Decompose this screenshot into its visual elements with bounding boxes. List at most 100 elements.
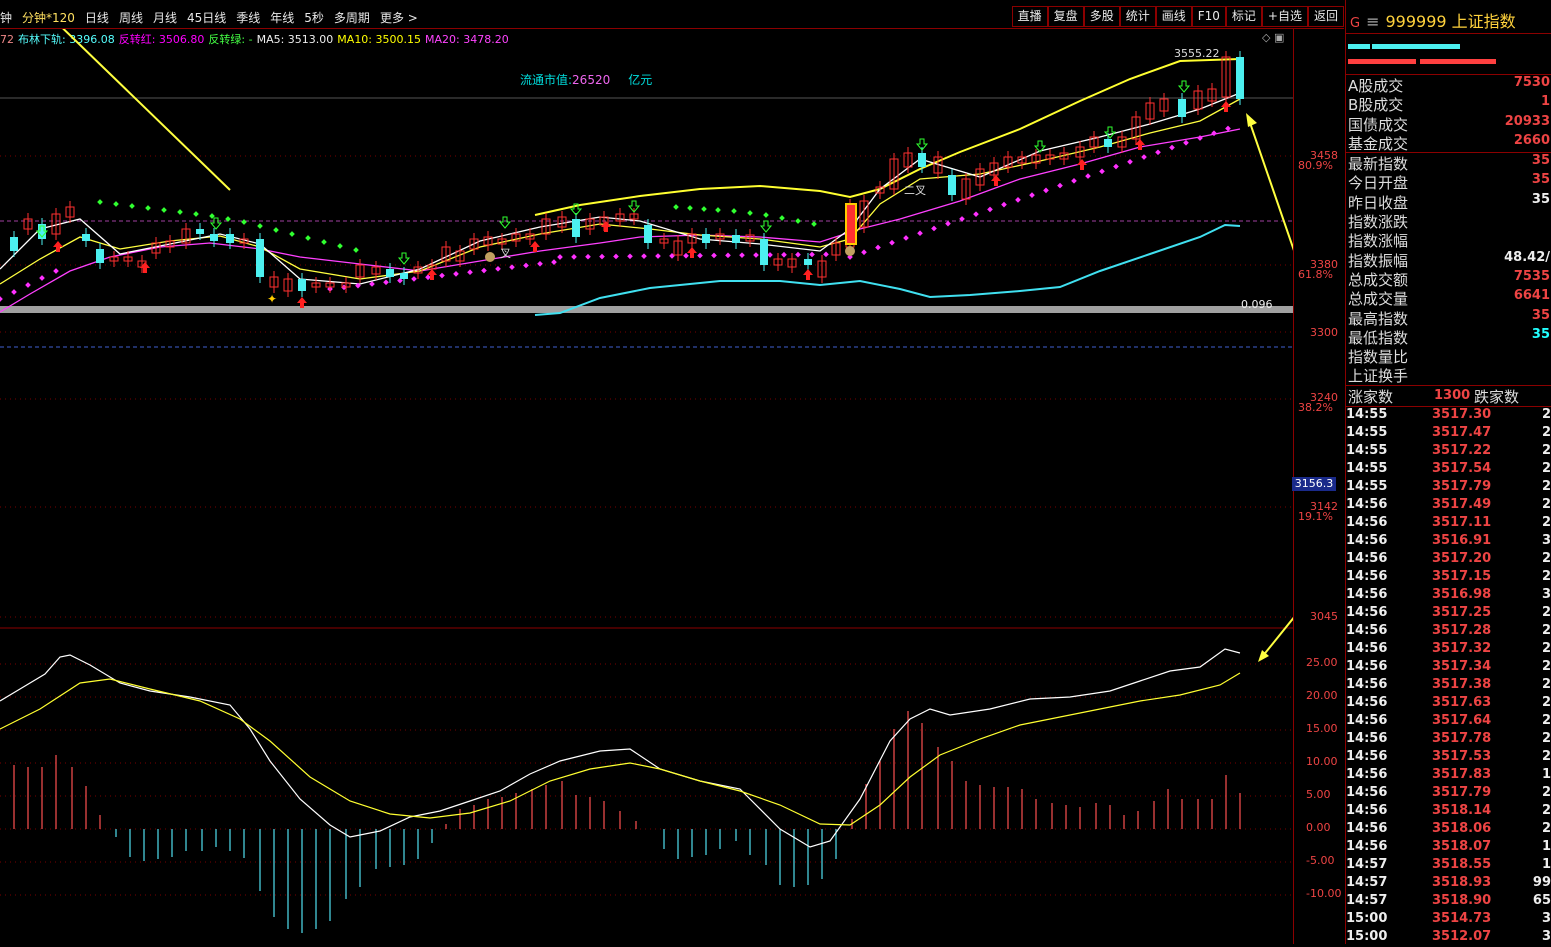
tab-1[interactable]: 分钟*120 bbox=[22, 9, 75, 26]
tab-7[interactable]: 年线 bbox=[270, 9, 294, 26]
reversal-red-dot bbox=[425, 274, 431, 281]
tab-0[interactable]: 钟 bbox=[0, 9, 12, 26]
money-bag-icon bbox=[485, 252, 495, 262]
tab-8[interactable]: 5秒 bbox=[304, 9, 324, 26]
reversal-red-dot bbox=[537, 260, 543, 267]
reversal-red-dot bbox=[1183, 139, 1189, 146]
candle-down bbox=[702, 234, 710, 243]
down-count-label: 跌家数 bbox=[1474, 387, 1520, 406]
macd-tick: 15.00 bbox=[1306, 722, 1338, 735]
tool-button-0[interactable]: 直播 bbox=[1011, 6, 1048, 27]
tick-time: 14:56 bbox=[1346, 676, 1388, 692]
reversal-green-dot bbox=[687, 205, 693, 211]
period-toolbar: 钟分钟*120 日线 周线 月线 45日线 季线 年线 5秒 多周期 更多 > 直播 复盘 多股 统计画… bbox=[0, 6, 1344, 29]
buy-arrow-icon bbox=[1077, 159, 1087, 170]
tick-time: 14:56 bbox=[1346, 532, 1388, 548]
price-tick: 3300 bbox=[1310, 326, 1338, 339]
stat-rows: A股成交 7530 B股成交 1 国债成交 20933 基金成交 2660 最新指数 35 今日开盘… bbox=[1346, 75, 1551, 385]
reversal-red-dot bbox=[585, 253, 591, 260]
band-value: 0.096 bbox=[1241, 298, 1273, 311]
candle-down bbox=[918, 153, 926, 167]
tick-time: 14:56 bbox=[1346, 730, 1388, 746]
tool-button-1[interactable]: 复盘 bbox=[1047, 6, 1084, 27]
reversal-red-dot bbox=[557, 254, 563, 260]
tick-row: 14:56 3517.32 2 bbox=[1346, 641, 1551, 659]
quote-panel: G ≡ 999999 上证指数 A股成交 7530 B股成交 1 国债成交 20933 基金成交… bbox=[1345, 0, 1551, 944]
stat-label: 国债成交 bbox=[1348, 115, 1409, 134]
tool-button-3[interactable]: 统计 bbox=[1119, 6, 1156, 27]
candle-down bbox=[196, 229, 204, 234]
tick-price: 3517.53 bbox=[1432, 748, 1492, 764]
tab-10[interactable]: 更多 > bbox=[380, 9, 418, 26]
tick-price: 3517.34 bbox=[1432, 658, 1492, 674]
tool-button-4[interactable]: 画线 bbox=[1155, 6, 1192, 27]
tab-9[interactable]: 多周期 bbox=[334, 9, 370, 26]
tick-row: 14:56 3517.63 2 bbox=[1346, 695, 1551, 713]
tick-price: 3517.79 bbox=[1432, 784, 1492, 800]
tick-volume: 2 bbox=[1541, 604, 1551, 620]
buy-arrow-icon bbox=[1221, 101, 1231, 112]
stat-value: 35 bbox=[1531, 326, 1550, 342]
tool-button-5[interactable]: F10 bbox=[1191, 6, 1226, 27]
reversal-red-dot bbox=[1029, 192, 1035, 198]
tick-volume: 2 bbox=[1541, 802, 1551, 818]
tick-list[interactable]: 14:55 3517.30 2 14:55 3517.47 2 14:55 3517.22 2 1… bbox=[1346, 407, 1551, 947]
tool-button-8[interactable]: 返回 bbox=[1307, 6, 1344, 27]
reversal-green-dot bbox=[673, 204, 679, 210]
cross-label: 叉 bbox=[500, 247, 511, 260]
fib-pct-tick: 38.2% bbox=[1298, 401, 1333, 414]
menu-icon[interactable]: ≡ bbox=[1366, 12, 1379, 31]
tick-time: 14:55 bbox=[1346, 406, 1388, 422]
stat-value: 2660 bbox=[1513, 132, 1550, 148]
tick-volume: 2 bbox=[1541, 406, 1551, 422]
tool-button-7[interactable]: +自选 bbox=[1261, 6, 1308, 27]
reversal-green-dot bbox=[145, 205, 151, 211]
reversal-green-dot bbox=[763, 212, 769, 218]
tool-button-2[interactable]: 多股 bbox=[1083, 6, 1120, 27]
tab-6[interactable]: 季线 bbox=[236, 9, 260, 26]
stat-label: 总成交量 bbox=[1348, 290, 1409, 309]
tick-volume: 2 bbox=[1541, 424, 1551, 440]
reversal-green-dot bbox=[701, 206, 707, 212]
tick-volume: 1 bbox=[1541, 838, 1551, 854]
buy-arrow-icon bbox=[601, 221, 611, 232]
tick-price: 3518.06 bbox=[1432, 820, 1492, 836]
buy-arrow-icon bbox=[803, 269, 813, 280]
tick-time: 14:57 bbox=[1346, 856, 1388, 872]
tick-volume: 65 bbox=[1532, 892, 1551, 908]
reversal-red-dot bbox=[875, 244, 881, 251]
tick-time: 14:56 bbox=[1346, 568, 1388, 584]
stat-label: 指数量比 bbox=[1348, 348, 1409, 367]
tick-volume: 1 bbox=[1541, 766, 1551, 782]
tick-price: 3517.28 bbox=[1432, 622, 1492, 638]
tick-row: 14:56 3516.91 3 bbox=[1346, 533, 1551, 551]
reversal-red-dot bbox=[973, 211, 979, 217]
tab-5[interactable]: 45日线 bbox=[187, 9, 226, 26]
tick-time: 15:00 bbox=[1346, 928, 1388, 944]
tick-row: 14:57 3518.93 99 bbox=[1346, 875, 1551, 893]
tab-2[interactable]: 日线 bbox=[85, 9, 109, 26]
tool-buttons: 直播 复盘 多股 统计 画线 F10 标记 +自选 返回 bbox=[1011, 6, 1344, 27]
annotation-arrow bbox=[1247, 116, 1293, 251]
tick-row: 14:56 3516.98 3 bbox=[1346, 587, 1551, 605]
candlestick-chart[interactable]: 0.096 叉 二叉 ✦ 3555.22 bbox=[0, 29, 1293, 944]
macd-tick: 0.00 bbox=[1306, 821, 1331, 834]
tick-price: 3518.07 bbox=[1432, 838, 1492, 854]
reversal-red-dot bbox=[627, 253, 633, 260]
reversal-red-dot bbox=[439, 272, 445, 279]
tick-volume: 2 bbox=[1541, 784, 1551, 800]
reversal-green-dot bbox=[305, 235, 311, 241]
tick-volume: 2 bbox=[1541, 496, 1551, 512]
tick-time: 14:55 bbox=[1346, 442, 1388, 458]
tool-button-6[interactable]: 标记 bbox=[1225, 6, 1262, 27]
tab-3[interactable]: 周线 bbox=[119, 9, 143, 26]
strength-bars bbox=[1346, 34, 1551, 75]
reversal-green-dot bbox=[241, 219, 247, 225]
reversal-red-dot bbox=[0, 296, 3, 302]
sell-arrow-icon bbox=[759, 220, 773, 233]
index-name: 上证指数 bbox=[1451, 12, 1516, 31]
tick-row: 14:56 3517.53 2 bbox=[1346, 749, 1551, 767]
tab-4[interactable]: 月线 bbox=[153, 9, 177, 26]
tick-time: 14:56 bbox=[1346, 712, 1388, 728]
reversal-green-dot bbox=[161, 207, 167, 213]
